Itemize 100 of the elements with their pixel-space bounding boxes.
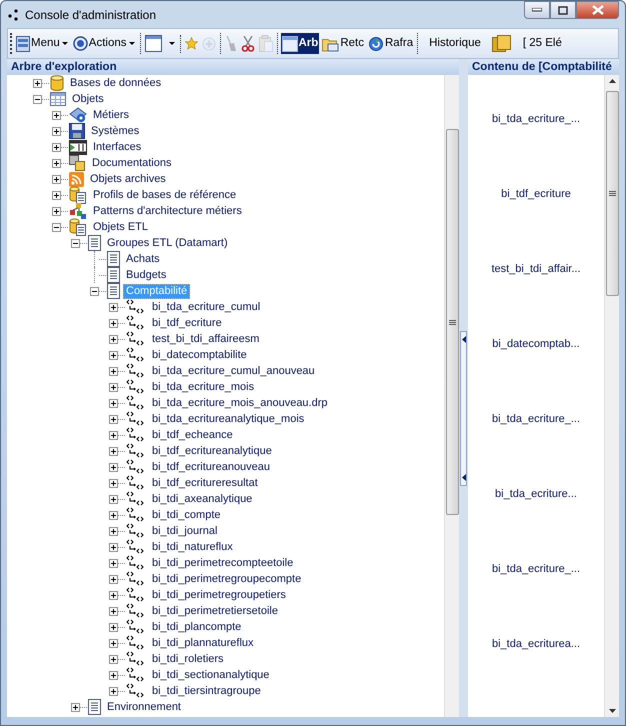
tree-item[interactable]: Documentations <box>89 156 174 170</box>
expand-toggle[interactable] <box>52 126 61 136</box>
tree-item[interactable]: bi_tdi_journal <box>149 524 220 538</box>
tree-item[interactable]: Bases de données <box>67 76 164 90</box>
content-item[interactable]: bi_datecomptab... <box>492 337 580 351</box>
scrollbar[interactable] <box>604 75 619 717</box>
tree-item[interactable]: bi_tdi_perimetrecompteetoile <box>149 556 296 570</box>
expand-toggle[interactable] <box>109 334 118 344</box>
collapse-toggle[interactable] <box>71 238 80 248</box>
tree-item[interactable]: bi_tdi_perimetretiersetoile <box>149 604 281 618</box>
cut-button[interactable] <box>240 34 256 54</box>
tree-item[interactable]: test_bi_tdi_affaireesm <box>149 332 262 346</box>
tree-item[interactable]: bi_datecomptabilite <box>149 348 250 362</box>
view-dropdown-button[interactable] <box>144 33 176 54</box>
expand-toggle[interactable] <box>109 622 118 632</box>
expand-toggle[interactable] <box>52 190 61 200</box>
expand-toggle[interactable] <box>109 606 118 616</box>
expand-toggle[interactable] <box>109 302 118 312</box>
content-item[interactable]: test_bi_tdi_affair... <box>491 262 581 276</box>
expand-toggle[interactable] <box>109 558 118 568</box>
maximize-button[interactable] <box>550 1 576 19</box>
tree-item[interactable]: bi_tdf_ecritureanalytique <box>149 444 275 458</box>
expand-toggle[interactable] <box>52 174 61 184</box>
expand-toggle[interactable] <box>109 430 118 440</box>
tree-item[interactable]: Interfaces <box>90 140 144 154</box>
tree-item[interactable]: bi_tda_ecriture_cumul_anouveau <box>149 364 318 378</box>
expand-toggle[interactable] <box>52 110 61 120</box>
collapse-toggle[interactable] <box>52 222 61 232</box>
expand-toggle[interactable] <box>109 510 118 520</box>
tree-item[interactable]: Métiers <box>90 108 132 122</box>
expand-toggle[interactable] <box>109 670 118 680</box>
tree-item[interactable]: bi_tdf_ecriture <box>149 316 225 330</box>
expand-toggle[interactable] <box>109 478 118 488</box>
expand-toggle[interactable] <box>109 638 118 648</box>
tree-item[interactable]: bi_tda_ecriture_cumul <box>149 300 264 314</box>
tree-item[interactable]: bi_tdi_plannatureflux <box>149 636 257 650</box>
tree-item[interactable]: Patterns d'architecture métiers <box>90 204 245 218</box>
folder-button[interactable] <box>490 33 513 54</box>
content-item[interactable]: bi_tda_ecriturea... <box>492 637 580 651</box>
expand-toggle[interactable] <box>109 462 118 472</box>
menu-button[interactable]: Menu <box>15 32 70 54</box>
expand-toggle[interactable] <box>109 382 118 392</box>
content-item[interactable]: bi_tda_ecriture_... <box>492 562 580 576</box>
expand-toggle[interactable] <box>109 398 118 408</box>
tree-item[interactable]: Objets ETL <box>90 220 152 234</box>
expand-toggle[interactable] <box>109 414 118 424</box>
tree-item[interactable]: bi_tdi_plancompte <box>149 620 244 634</box>
tree-item[interactable]: bi_tda_ecriture_mois_anouveau.drp <box>149 396 331 410</box>
tree-item[interactable]: bi_tdi_axeanalytique <box>149 492 256 506</box>
tree-item[interactable]: bi_tdi_sectionanalytique <box>149 668 272 682</box>
expand-toggle[interactable] <box>52 142 61 152</box>
expand-toggle[interactable] <box>109 446 118 456</box>
tree-item[interactable]: Systèmes <box>88 124 142 138</box>
scrollbar[interactable] <box>444 75 459 717</box>
tree-item[interactable]: bi_tdi_natureflux <box>149 540 236 554</box>
expand-toggle[interactable] <box>109 542 118 552</box>
expand-toggle[interactable] <box>109 318 118 328</box>
expand-toggle[interactable] <box>109 654 118 664</box>
tree-item[interactable]: Objets <box>69 92 107 106</box>
expand-toggle[interactable] <box>109 494 118 504</box>
tree-item[interactable]: Profils de bases de référence <box>90 188 240 202</box>
content-item[interactable]: bi_tda_ecriture... <box>495 487 577 501</box>
expand-toggle[interactable] <box>52 206 61 216</box>
close-button[interactable] <box>576 1 619 19</box>
tree-item[interactable]: bi_tda_ecriture_mois <box>149 380 258 394</box>
expand-toggle[interactable] <box>109 350 118 360</box>
actions-button[interactable]: Actions <box>72 32 136 54</box>
expand-toggle[interactable] <box>109 686 118 696</box>
scrollbar-thumb[interactable] <box>446 129 458 515</box>
refresh-button[interactable]: Rafra <box>366 32 414 54</box>
tree-item[interactable]: bi_tda_ecritureanalytique_mois <box>149 412 308 426</box>
expand-toggle[interactable] <box>52 158 61 168</box>
tree-item[interactable]: bi_tdi_perimetregroupetiers <box>149 588 289 602</box>
tree-item[interactable]: Objets archives <box>87 172 169 186</box>
collapse-toggle[interactable] <box>90 286 99 296</box>
scrollbar-thumb[interactable] <box>606 91 618 296</box>
tree-item[interactable]: Groupes ETL (Datamart) <box>104 236 231 250</box>
return-button[interactable]: Retc <box>321 32 365 54</box>
expand-toggle[interactable] <box>71 702 80 712</box>
tree-item[interactable]: bi_tdf_echeance <box>149 428 236 442</box>
splitter[interactable] <box>460 331 467 486</box>
expand-toggle[interactable] <box>109 526 118 536</box>
minimize-button[interactable] <box>524 1 550 19</box>
tree-item[interactable]: bi_tdi_roletiers <box>149 652 227 666</box>
tree-item[interactable]: bi_tdf_ecritureresultat <box>149 476 261 490</box>
collapse-toggle[interactable] <box>33 94 42 104</box>
tree-item[interactable]: Achats <box>123 252 163 266</box>
content-item[interactable]: bi_tdf_ecriture <box>501 187 571 201</box>
expand-toggle[interactable] <box>109 590 118 600</box>
tree-item[interactable]: Environnement <box>104 700 184 714</box>
tree-view-button[interactable]: Arb <box>280 32 320 54</box>
content-item[interactable]: bi_tda_ecriture_... <box>492 112 580 126</box>
history-button[interactable]: Historique <box>421 32 489 54</box>
expand-toggle[interactable] <box>33 78 42 88</box>
tree-item[interactable]: bi_tdf_ecritureanouveau <box>149 460 274 474</box>
expand-toggle[interactable] <box>109 366 118 376</box>
favorite-button[interactable] <box>184 35 198 52</box>
expand-toggle[interactable] <box>109 574 118 584</box>
tree-item[interactable]: bi_tdi_tiersintragroupe <box>149 684 264 698</box>
tree-item[interactable]: Budgets <box>123 268 170 282</box>
